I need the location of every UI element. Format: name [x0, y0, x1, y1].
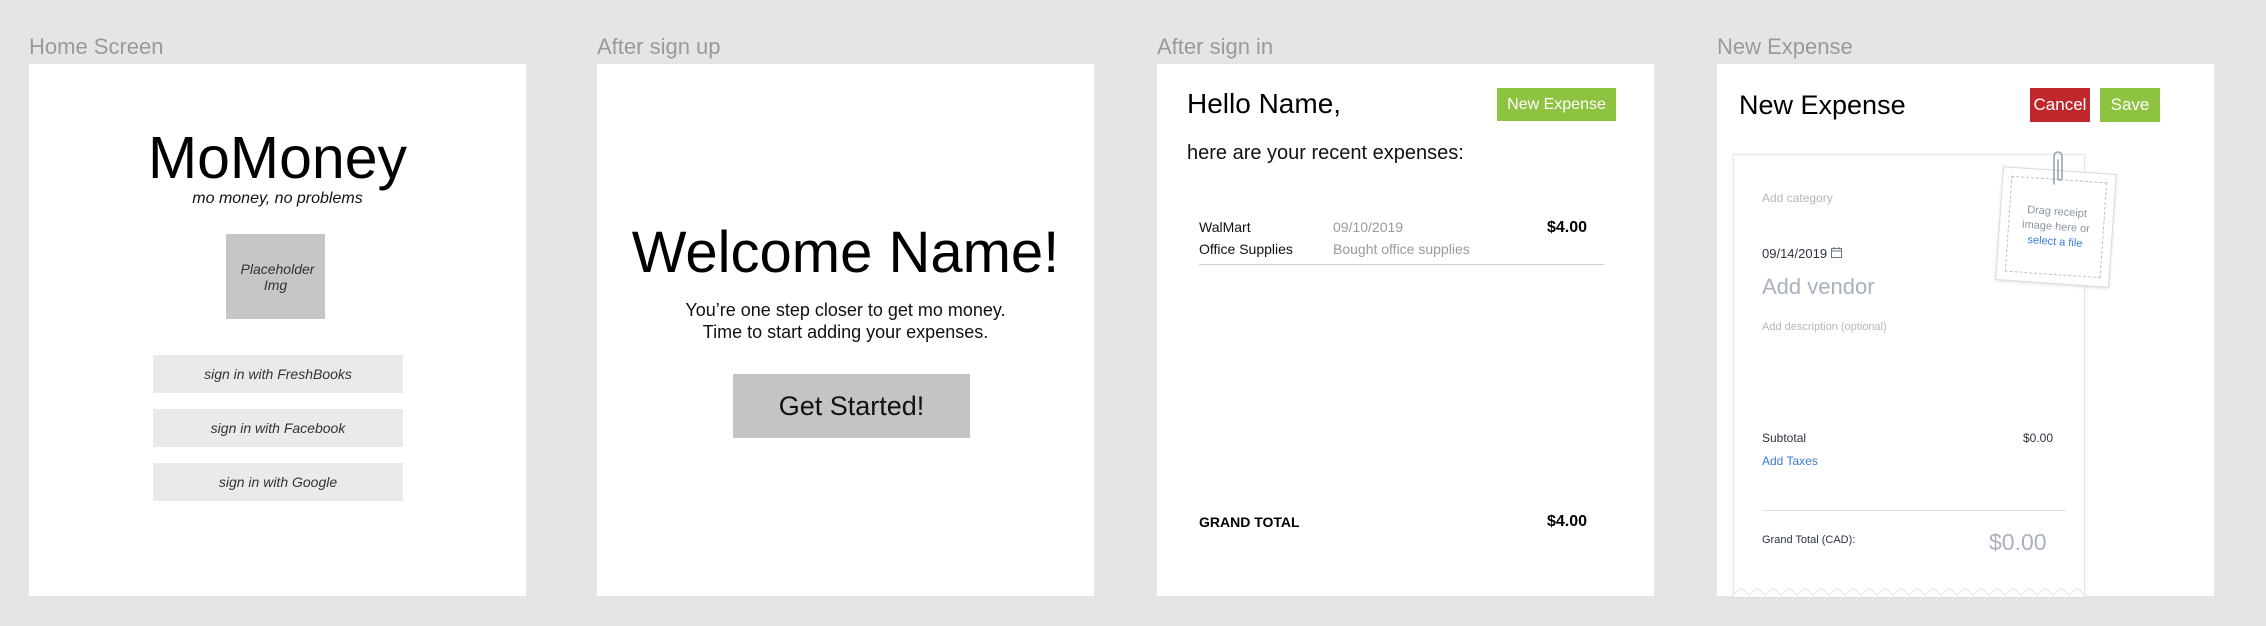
- save-button[interactable]: Save: [2100, 88, 2160, 122]
- add-description-field[interactable]: Add description (optional): [1762, 321, 1887, 333]
- sign-in-google-button[interactable]: sign in with Google: [153, 463, 403, 501]
- frame-label-home: Home Screen: [29, 34, 164, 59]
- placeholder-image-label: Placeholder Img: [240, 260, 315, 293]
- grand-total-value: $4.00: [1547, 513, 1588, 530]
- paperclip-icon: [2049, 148, 2067, 193]
- get-started-button[interactable]: Get Started!: [733, 374, 970, 438]
- add-vendor-field[interactable]: Add vendor: [1762, 274, 1875, 300]
- grand-total-label: GRAND TOTAL: [1199, 514, 1300, 530]
- sign-in-facebook-button[interactable]: sign in with Facebook: [153, 409, 403, 447]
- add-taxes-link[interactable]: Add Taxes: [1762, 454, 1818, 468]
- after-signup-frame: Welcome Name! You’re one step closer to …: [597, 64, 1094, 596]
- cancel-button[interactable]: Cancel: [2030, 88, 2090, 122]
- form-divider: [1762, 510, 2066, 511]
- app-tagline: mo money, no problems: [192, 190, 363, 207]
- expense-divider: [1199, 264, 1604, 265]
- calendar-icon[interactable]: [1831, 246, 1843, 261]
- home-screen-frame: MoMoney mo money, no problems Placeholde…: [29, 64, 526, 596]
- app-title: MoMoney: [147, 125, 408, 191]
- recent-expenses-subtitle: here are your recent expenses:: [1187, 142, 1464, 164]
- subtotal-label: Subtotal: [1762, 431, 1807, 445]
- sign-in-freshbooks-button[interactable]: sign in with FreshBooks: [153, 355, 403, 393]
- greeting: Hello Name,: [1187, 88, 1342, 119]
- welcome-line-2: Time to start adding your expenses.: [702, 322, 989, 342]
- expense-amount: $4.00: [1547, 219, 1588, 236]
- expense-date: 09/10/2019: [1333, 219, 1404, 235]
- add-category-field[interactable]: Add category: [1762, 191, 1833, 205]
- date-field[interactable]: 09/14/2019: [1762, 246, 1843, 261]
- frame-label-after-signin: After sign in: [1157, 34, 1274, 59]
- new-expense-frame: New Expense Cancel Save Add category 09/…: [1717, 64, 2214, 597]
- expense-category: Office Supplies: [1199, 241, 1293, 257]
- receipt-torn-edge: [1732, 584, 2086, 602]
- welcome-line-1: You’re one step closer to get mo money.: [685, 300, 1006, 320]
- new-expense-button[interactable]: New Expense: [1497, 88, 1616, 121]
- grand-total-cad-label: Grand Total (CAD):: [1762, 534, 1856, 546]
- frame-label-new-expense: New Expense: [1717, 34, 1853, 59]
- new-expense-title: New Expense: [1739, 90, 1906, 120]
- grand-total-cad-value: $0.00: [1989, 529, 2047, 555]
- frame-label-after-signup: After sign up: [597, 34, 721, 59]
- select-file-link[interactable]: select a file: [2027, 233, 2083, 252]
- expense-description: Bought office supplies: [1333, 241, 1470, 257]
- expense-vendor: WalMart: [1199, 219, 1251, 235]
- after-signin-frame: Hello Name, New Expense here are your re…: [1157, 64, 1654, 596]
- subtotal-value: $0.00: [2023, 431, 2054, 445]
- date-value: 09/14/2019: [1762, 246, 1828, 261]
- welcome-title: Welcome Name!: [631, 220, 1060, 285]
- placeholder-image: Placeholder Img: [226, 234, 325, 319]
